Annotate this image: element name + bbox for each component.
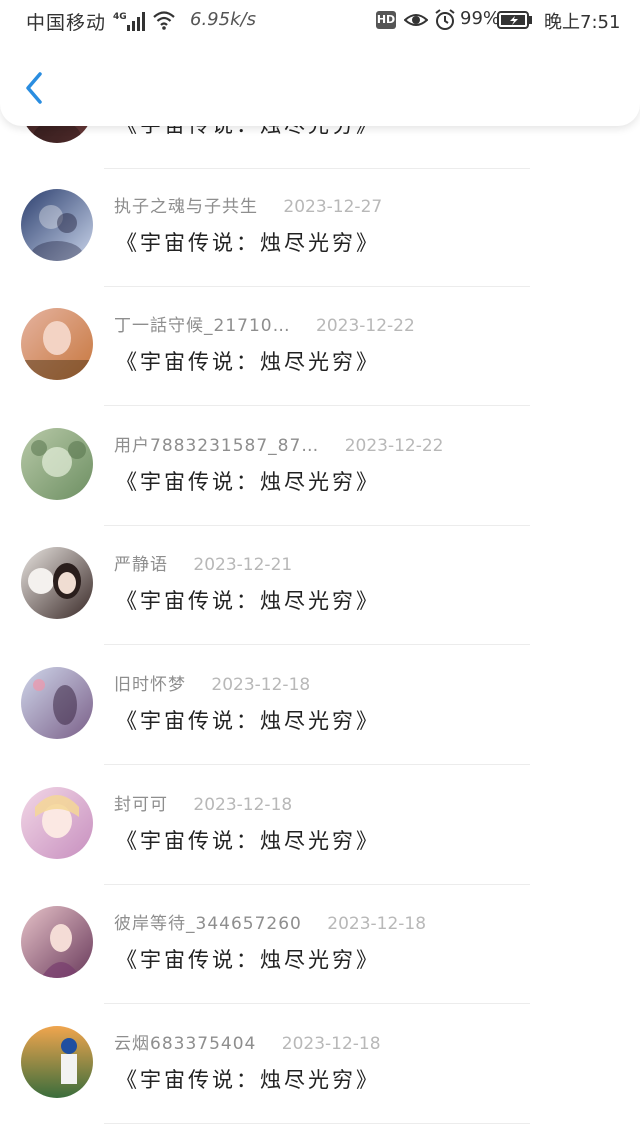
avatar[interactable] (21, 547, 93, 619)
comment-text[interactable]: 《宇宙传说：烛尽光穷》 (116, 227, 380, 257)
avatar[interactable] (21, 1026, 93, 1098)
divider (104, 884, 530, 885)
back-button[interactable] (16, 68, 52, 108)
wifi-icon (153, 11, 175, 30)
divider (104, 764, 530, 765)
carrier-name: 中国移动 (26, 12, 107, 34)
comment-text[interactable]: 《宇宙传说：烛尽光穷》 (116, 1064, 380, 1094)
avatar[interactable] (21, 787, 93, 859)
comment-text[interactable]: 《宇宙传说：烛尽光穷》 (116, 944, 380, 974)
comment-date: 2023-12-22 (316, 316, 415, 336)
clock: 晚上7:51 (544, 12, 621, 33)
list-item[interactable]: 严静语 2023-12-21 《宇宙传说：烛尽光穷》 (0, 547, 640, 667)
list-item[interactable]: 旧时怀梦 2023-12-18 《宇宙传说：烛尽光穷》 (0, 667, 640, 787)
page: 《宇宙传说：烛尽光穷》 执子之魂与子共生 2023-12-27 《宇宙传说：烛尽… (0, 0, 640, 1138)
comment-meta: 封可可 2023-12-18 (114, 790, 292, 816)
battery-percent: 99% (460, 8, 501, 29)
comment-date: 2023-12-18 (193, 795, 293, 815)
divider (104, 286, 530, 287)
list-item[interactable]: 彼岸等待_344657260 2023-12-18 《宇宙传说：烛尽光穷》 (0, 906, 640, 1026)
eye-icon (404, 14, 428, 26)
avatar[interactable] (21, 189, 93, 261)
alarm-icon (435, 9, 455, 30)
signal-icon: 4G (113, 12, 145, 31)
comment-meta: 严静语 2023-12-21 (114, 550, 292, 576)
comment-date: 2023-12-22 (344, 436, 444, 456)
comment-date: 2023-12-27 (283, 197, 383, 217)
comment-meta: 用户7883231587_87… 2023-12-22 (114, 431, 444, 457)
user-name[interactable]: 云烟683375404 (114, 1029, 256, 1054)
avatar[interactable] (21, 308, 93, 380)
comment-date: 2023-12-18 (281, 1034, 381, 1054)
network-type: 4G (113, 12, 127, 22)
avatar[interactable] (21, 667, 93, 739)
list-item[interactable]: 丁一話守候_21710… 2023-12-22 《宇宙传说：烛尽光穷》 (0, 308, 640, 428)
header-bar (0, 40, 640, 126)
comment-meta: 执子之魂与子共生 2023-12-27 (114, 192, 382, 218)
comment-date: 2023-12-21 (193, 555, 293, 575)
network-speed: 6.95k/s (190, 9, 256, 30)
user-name[interactable]: 封可可 (114, 790, 168, 815)
user-name[interactable]: 严静语 (114, 550, 168, 575)
divider (104, 405, 530, 406)
divider (104, 644, 530, 645)
comment-meta: 旧时怀梦 2023-12-18 (114, 670, 310, 696)
divider (104, 1003, 530, 1004)
comment-text[interactable]: 《宇宙传说：烛尽光穷》 (116, 466, 380, 496)
list-item[interactable]: 云烟683375404 2023-12-18 《宇宙传说：烛尽光穷》 (0, 1026, 640, 1138)
hd-icon: HD (376, 11, 396, 29)
user-name[interactable]: 执子之魂与子共生 (114, 192, 258, 217)
list-item[interactable]: 执子之魂与子共生 2023-12-27 《宇宙传说：烛尽光穷》 (0, 189, 640, 309)
chevron-left-icon (26, 72, 42, 104)
comment-meta: 彼岸等待_344657260 2023-12-18 (114, 909, 426, 935)
comment-text[interactable]: 《宇宙传说：烛尽光穷》 (116, 825, 380, 855)
list-item[interactable]: 封可可 2023-12-18 《宇宙传说：烛尽光穷》 (0, 787, 640, 907)
battery-icon (497, 11, 532, 29)
comment-text[interactable]: 《宇宙传说：烛尽光穷》 (116, 705, 380, 735)
avatar[interactable] (21, 428, 93, 500)
comment-meta: 云烟683375404 2023-12-18 (114, 1029, 381, 1055)
divider (104, 168, 530, 169)
user-name[interactable]: 用户7883231587_87… (114, 431, 319, 456)
divider (104, 1123, 530, 1124)
user-name[interactable]: 彼岸等待_344657260 (114, 909, 302, 934)
comment-date: 2023-12-18 (327, 914, 427, 934)
user-name[interactable]: 丁一話守候_21710… (114, 311, 291, 336)
comment-text[interactable]: 《宇宙传说：烛尽光穷》 (116, 346, 380, 376)
list-item[interactable]: 用户7883231587_87… 2023-12-22 《宇宙传说：烛尽光穷》 (0, 428, 640, 548)
user-name[interactable]: 旧时怀梦 (114, 670, 186, 695)
comment-meta: 丁一話守候_21710… 2023-12-22 (114, 311, 415, 337)
comment-text[interactable]: 《宇宙传说：烛尽光穷》 (116, 585, 380, 615)
divider (104, 525, 530, 526)
status-bar: 中国移动 4G 6.95k/s HD 99% 晚上7:51 (0, 0, 640, 40)
comment-date: 2023-12-18 (211, 675, 311, 695)
avatar[interactable] (21, 906, 93, 978)
